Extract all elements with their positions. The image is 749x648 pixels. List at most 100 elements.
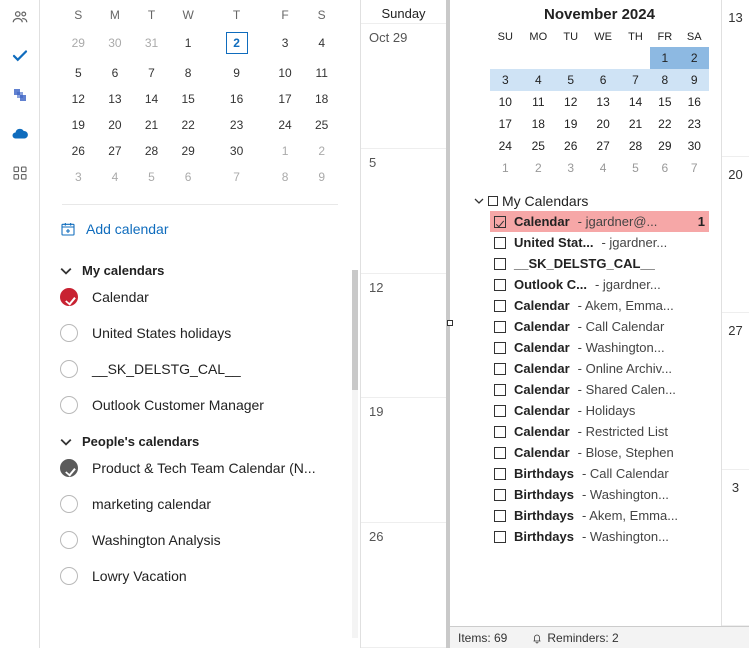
date-cell[interactable]: 30 (206, 138, 266, 164)
calendar-toggle[interactable] (60, 288, 78, 306)
calendar-list-row[interactable]: Birthdays - Washington... (490, 526, 709, 547)
date-cell[interactable]: 2 (206, 26, 266, 60)
date-cell[interactable]: 28 (133, 138, 170, 164)
calendar-list-row[interactable]: __SK_DELSTG_CAL__ (490, 253, 709, 274)
date-cell[interactable]: 9 (680, 69, 709, 91)
date-cell[interactable]: 8 (650, 69, 679, 91)
date-cell[interactable] (585, 47, 620, 69)
checkbox[interactable] (494, 426, 506, 438)
week-day-label[interactable]: 20 (722, 157, 749, 314)
date-cell[interactable]: 7 (680, 157, 709, 179)
date-cell[interactable]: 10 (267, 60, 304, 86)
calendar-item[interactable]: Lowry Vacation (60, 567, 360, 585)
checkbox[interactable] (494, 321, 506, 333)
day-slot[interactable]: 12 (361, 274, 446, 399)
date-cell[interactable]: 5 (133, 164, 170, 190)
date-cell[interactable]: 13 (585, 91, 620, 113)
date-cell[interactable]: 22 (170, 112, 207, 138)
date-cell[interactable]: 3 (267, 26, 304, 60)
date-cell[interactable]: 24 (490, 135, 521, 157)
date-cell[interactable]: 28 (621, 135, 650, 157)
date-cell[interactable]: 20 (97, 112, 134, 138)
date-cell[interactable]: 2 (521, 157, 556, 179)
date-cell[interactable]: 13 (97, 86, 134, 112)
calendar-list-row[interactable]: Calendar - Blose, Stephen (490, 442, 709, 463)
checkbox[interactable] (494, 216, 506, 228)
date-cell[interactable]: 16 (680, 91, 709, 113)
calendar-toggle[interactable] (60, 396, 78, 414)
date-cell[interactable]: 6 (585, 69, 620, 91)
calendar-item[interactable]: Outlook Customer Manager (60, 396, 360, 414)
calendar-list-row[interactable]: Calendar - Akem, Emma... (490, 295, 709, 316)
date-cell[interactable]: 8 (267, 164, 304, 190)
date-cell[interactable] (556, 47, 585, 69)
date-cell[interactable]: 15 (650, 91, 679, 113)
checkbox[interactable] (494, 279, 506, 291)
date-cell[interactable]: 18 (521, 113, 556, 135)
calendar-list-row[interactable]: Calendar - jgardner@...1 (490, 211, 709, 232)
date-cell[interactable]: 3 (556, 157, 585, 179)
date-cell[interactable]: 25 (521, 135, 556, 157)
date-cell[interactable]: 25 (303, 112, 340, 138)
date-cell[interactable]: 7 (133, 60, 170, 86)
calendar-toggle[interactable] (60, 459, 78, 477)
calendar-item[interactable]: __SK_DELSTG_CAL__ (60, 360, 360, 378)
date-cell[interactable]: 15 (170, 86, 207, 112)
date-cell[interactable]: 23 (680, 113, 709, 135)
date-cell[interactable]: 16 (206, 86, 266, 112)
calendar-list-row[interactable]: Calendar - Washington... (490, 337, 709, 358)
checkbox[interactable] (494, 300, 506, 312)
date-cell[interactable]: 9 (303, 164, 340, 190)
day-slot[interactable]: 19 (361, 398, 446, 523)
date-cell[interactable]: 6 (97, 60, 134, 86)
date-cell[interactable]: 1 (267, 138, 304, 164)
date-cell[interactable]: 5 (556, 69, 585, 91)
date-cell[interactable]: 4 (303, 26, 340, 60)
group-icon[interactable] (11, 8, 29, 29)
task-check-icon[interactable] (11, 47, 29, 68)
date-cell[interactable] (621, 47, 650, 69)
date-cell[interactable]: 29 (170, 138, 207, 164)
date-cell[interactable]: 6 (650, 157, 679, 179)
calendar-item[interactable]: Washington Analysis (60, 531, 360, 549)
date-cell[interactable]: 12 (60, 86, 97, 112)
date-cell[interactable]: 31 (133, 26, 170, 60)
checkbox[interactable] (494, 468, 506, 480)
checkbox[interactable] (494, 531, 506, 543)
date-cell[interactable]: 11 (521, 91, 556, 113)
day-slot[interactable]: Oct 29 (361, 24, 446, 149)
calendar-toggle[interactable] (60, 360, 78, 378)
checkbox[interactable] (494, 405, 506, 417)
checkbox[interactable] (494, 237, 506, 249)
date-cell[interactable]: 26 (60, 138, 97, 164)
date-cell[interactable]: 4 (585, 157, 620, 179)
day-slot[interactable]: 26 (361, 523, 446, 648)
date-cell[interactable]: 23 (206, 112, 266, 138)
calendar-list-row[interactable]: Outlook C... - jgardner... (490, 274, 709, 295)
date-cell[interactable]: 4 (97, 164, 134, 190)
calendar-list-row[interactable]: Birthdays - Akem, Emma... (490, 505, 709, 526)
calendar-list-row[interactable]: Calendar - Restricted List (490, 421, 709, 442)
calendar-list-row[interactable]: Birthdays - Washington... (490, 484, 709, 505)
date-cell[interactable]: 30 (97, 26, 134, 60)
date-cell[interactable]: 3 (490, 69, 521, 91)
calendar-item[interactable]: marketing calendar (60, 495, 360, 513)
date-cell[interactable]: 27 (97, 138, 134, 164)
calendar-toggle[interactable] (60, 495, 78, 513)
date-cell[interactable]: 19 (556, 113, 585, 135)
date-cell[interactable]: 26 (556, 135, 585, 157)
calendar-list-row[interactable]: Calendar - Online Archiv... (490, 358, 709, 379)
date-cell[interactable] (490, 47, 521, 69)
checkbox[interactable] (494, 447, 506, 459)
week-day-label[interactable]: 13 (722, 0, 749, 157)
checkbox[interactable] (494, 489, 506, 501)
resize-handle[interactable] (447, 320, 453, 326)
date-cell[interactable]: 6 (170, 164, 207, 190)
checkbox[interactable] (494, 363, 506, 375)
calendar-list-row[interactable]: Calendar - Shared Calen... (490, 379, 709, 400)
checkbox[interactable] (494, 342, 506, 354)
date-cell[interactable]: 21 (133, 112, 170, 138)
date-cell[interactable]: 8 (170, 60, 207, 86)
calendar-item[interactable]: United States holidays (60, 324, 360, 342)
date-cell[interactable]: 7 (206, 164, 266, 190)
